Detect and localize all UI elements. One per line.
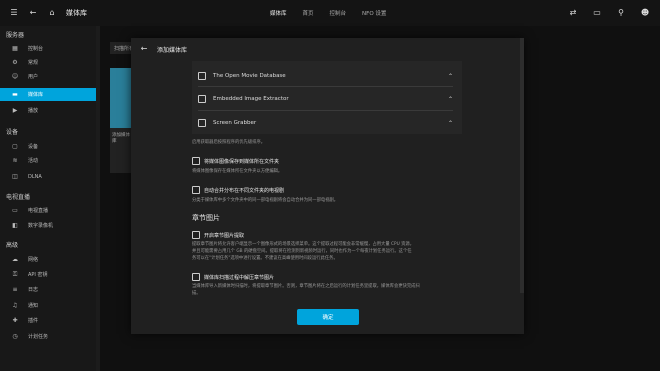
plugin-icon: ✚ xyxy=(12,316,18,324)
sidebar: 服务器 ▦ 控制台 ⚙ 常规 ☺ 用户 ▬ 媒体库 ▶ 播放 设备 ▢ 设备 ≋ 活动 ◫ DL… xyxy=(0,26,96,371)
cloud-icon: ☁ xyxy=(12,255,18,263)
sidebar-item-plugins[interactable]: ✚ 插件 xyxy=(0,314,96,327)
sidebar-item-dlna[interactable]: ◫ DLNA xyxy=(0,170,96,183)
option-checkbox[interactable] xyxy=(192,231,200,239)
add-library-card[interactable] xyxy=(110,68,132,128)
option-checkbox[interactable] xyxy=(192,273,200,281)
dialog-header: ← 添加媒体库 xyxy=(131,38,524,60)
chapter-extraction-option[interactable]: 开启章节图片提取 xyxy=(192,231,244,239)
sidebar-item-dashboard[interactable]: ▦ 控制台 xyxy=(0,42,96,55)
divider xyxy=(198,86,453,87)
gear-icon: ⚙ xyxy=(12,58,18,66)
fetcher-label: Screen Grabber xyxy=(213,120,257,126)
sidebar-item-api-keys[interactable]: ⚿ API 密钥 xyxy=(0,268,96,281)
sidebar-item-scheduled-tasks[interactable]: ◷ 计划任务 xyxy=(0,330,96,343)
key-icon: ⚿ xyxy=(12,270,18,278)
fetcher-row: Embedded Image Extractor ⌃ xyxy=(198,93,453,105)
fetcher-row: Screen Grabber ⌃ xyxy=(198,117,453,129)
tv-icon: ▭ xyxy=(12,206,18,214)
dlna-icon: ◫ xyxy=(12,172,18,180)
chapter-images-heading: 章节图片 xyxy=(192,214,220,222)
save-local-images-option[interactable]: 将媒体图像保存到媒体所在文件夹 xyxy=(192,157,279,165)
option-hint-line: 提取章节图片将允许客户端显示一个图像形式的场景选择菜单。这个提取过程可能会非常缓… xyxy=(192,242,415,247)
dialog-scrollbar[interactable] xyxy=(520,38,524,293)
chapter-scan-option[interactable]: 媒体库扫描过程中解压章节图片 xyxy=(192,273,274,281)
option-hint-line: 描。 xyxy=(192,291,201,296)
sidebar-item-activity[interactable]: ≋ 活动 xyxy=(0,154,96,167)
back-arrow-icon[interactable]: ← xyxy=(28,8,38,18)
folder-icon: ▬ xyxy=(12,90,18,98)
option-hint-line: 并且可能需要占用几个 GB 的硬盘空间。提取将在检测到新视频时运行，同时也作为一… xyxy=(192,249,412,254)
sidebar-header-advanced: 高级 xyxy=(6,242,19,249)
sidebar-item-general[interactable]: ⚙ 常规 xyxy=(0,56,96,69)
sidebar-header-livetv: 电视直播 xyxy=(6,194,31,201)
tab-dashboard[interactable]: 控制台 xyxy=(330,9,347,17)
divider xyxy=(198,110,453,111)
sidebar-header-devices: 设备 xyxy=(6,129,19,136)
back-arrow-icon[interactable]: ← xyxy=(139,44,149,54)
activity-icon: ≋ xyxy=(12,156,18,164)
option-checkbox[interactable] xyxy=(192,157,200,165)
option-hint: 将媒体图像保存在媒体所在文件夹以方便编辑。 xyxy=(192,169,283,174)
fetcher-checkbox[interactable] xyxy=(198,119,206,127)
sidebar-item-livetv[interactable]: ▭ 电视直播 xyxy=(0,204,96,217)
sidebar-item-dvr[interactable]: ◧ 数字录像机 xyxy=(0,219,96,232)
ok-button[interactable]: 确定 xyxy=(297,309,359,325)
top-bar: ☰ ← ⌂ 媒体库 媒体库 首页 控制台 NFO 设置 ⇄ ▭ ⚲ ☻ xyxy=(0,0,660,26)
fetcher-checkbox[interactable] xyxy=(198,72,206,80)
fetcher-label: The Open Movie Database xyxy=(213,73,286,79)
fetcher-row: The Open Movie Database ⌃ xyxy=(198,70,453,82)
sidebar-item-networking[interactable]: ☁ 网络 xyxy=(0,253,96,266)
bell-icon: ♫ xyxy=(12,301,18,309)
users-icon: ☺ xyxy=(11,72,19,80)
sidebar-item-users[interactable]: ☺ 用户 xyxy=(0,70,96,83)
fetcher-checkbox[interactable] xyxy=(198,95,206,103)
add-library-card-label: 添加媒体库 xyxy=(110,128,132,173)
sidebar-item-notifications[interactable]: ♫ 通知 xyxy=(0,299,96,312)
logs-icon: ≡ xyxy=(12,285,18,293)
add-library-dialog: ← 添加媒体库 The Open Movie Database ⌃ Embedd… xyxy=(131,38,524,334)
tab-library[interactable]: 媒体库 xyxy=(270,9,287,17)
cast-icon[interactable]: ▭ xyxy=(592,8,602,18)
merge-series-option[interactable]: 自动合并分布在不同文件夹的电视剧 xyxy=(192,186,284,194)
sidebar-item-libraries[interactable]: ▬ 媒体库 xyxy=(0,88,96,101)
sidebar-item-devices[interactable]: ▢ 设备 xyxy=(0,140,96,153)
chevron-up-icon[interactable]: ⌃ xyxy=(448,120,453,127)
option-label: 将媒体图像保存到媒体所在文件夹 xyxy=(204,158,280,165)
tab-home[interactable]: 首页 xyxy=(303,9,314,17)
fetcher-label: Embedded Image Extractor xyxy=(213,96,289,102)
user-icon[interactable]: ☻ xyxy=(640,8,650,18)
option-hint-line: 务可以在"计划任务"选项中进行设置。不建议在高峰使用时间段运行此任务。 xyxy=(192,256,338,261)
dashboard-icon: ▦ xyxy=(12,44,18,52)
sync-play-icon[interactable]: ⇄ xyxy=(568,8,578,18)
devices-icon: ▢ xyxy=(12,142,18,150)
dvr-icon: ◧ xyxy=(12,221,18,229)
search-icon[interactable]: ⚲ xyxy=(616,8,626,18)
option-checkbox[interactable] xyxy=(192,186,200,194)
option-hint: 分类于媒体库中多个文件夹中的同一部电视剧将会自动合并为同一部电视剧。 xyxy=(192,198,339,203)
tab-nfo-settings[interactable]: NFO 设置 xyxy=(362,9,386,17)
sidebar-item-logs[interactable]: ≡ 日志 xyxy=(0,283,96,296)
play-icon: ▶ xyxy=(12,106,18,114)
menu-icon[interactable]: ☰ xyxy=(9,8,19,18)
option-label: 自动合并分布在不同文件夹的电视剧 xyxy=(204,187,285,194)
clock-icon: ◷ xyxy=(12,332,18,340)
fetchers-hint: 启用获取器后按照程序的优先级排序。 xyxy=(192,140,266,145)
option-label: 媒体库扫描过程中解压章节图片 xyxy=(204,274,275,281)
sidebar-item-playback[interactable]: ▶ 播放 xyxy=(0,104,96,117)
chevron-up-icon[interactable]: ⌃ xyxy=(448,96,453,103)
page-title: 媒体库 xyxy=(66,9,87,17)
option-label: 开启章节图片提取 xyxy=(204,232,245,239)
option-hint-line: 当媒体库导入新媒体时扫描时，将提取章节图片。否则，章节图片将在之后运行的计划任务… xyxy=(192,284,420,289)
dialog-title: 添加媒体库 xyxy=(157,46,188,54)
sidebar-header-server: 服务器 xyxy=(6,32,25,39)
home-icon[interactable]: ⌂ xyxy=(47,8,57,18)
top-tabs: 媒体库 首页 控制台 NFO 设置 xyxy=(270,0,386,26)
chevron-up-icon[interactable]: ⌃ xyxy=(448,73,453,80)
image-fetchers-list: The Open Movie Database ⌃ Embedded Image… xyxy=(192,61,462,134)
